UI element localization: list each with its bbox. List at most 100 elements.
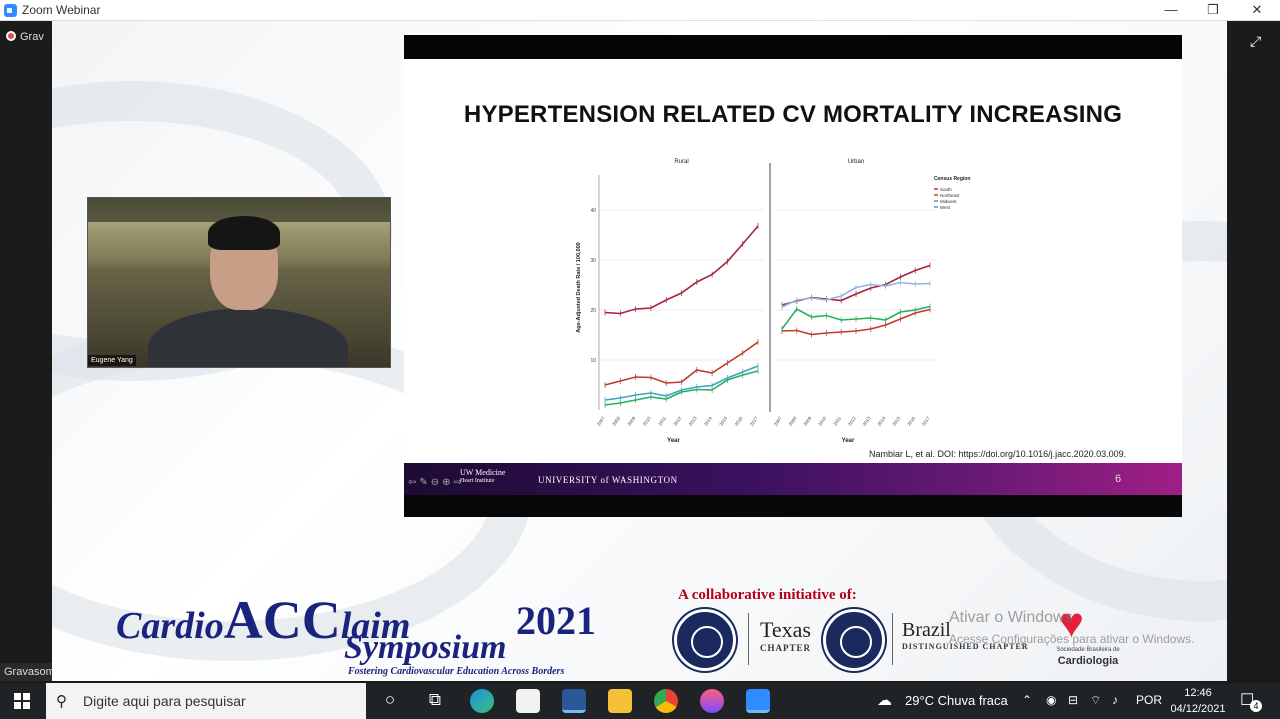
texas-chapter: Texas CHAPTER (760, 617, 811, 653)
legend-title: Census Region (934, 176, 970, 182)
symposium-tagline: Fostering Cardiovascular Education Acros… (348, 666, 565, 677)
x-tick-label: 2007 (773, 415, 783, 426)
x-tick-label: 2008 (611, 415, 621, 426)
logo-word-symposium: Symposium (344, 629, 507, 666)
minimize-button[interactable]: — (1148, 0, 1194, 21)
series-line (604, 341, 759, 386)
slide-footer-band: ⇦✎⊖⊕⇨ UW Medicine Heart Institute UNIVER… (404, 463, 1182, 495)
legend-entry: West (940, 205, 951, 210)
legend-entry: South (940, 187, 952, 192)
search-icon: ⚲ (56, 693, 67, 710)
x-tick-label: 2016 (906, 415, 916, 426)
logo-word-cardio: Cardio (116, 605, 224, 647)
slide-title: HYPERTENSION RELATED CV MORTALITY INCREA… (463, 101, 1123, 128)
participant-hair (208, 216, 280, 250)
university-name: UNIVERSITY of WASHINGTON (538, 475, 678, 485)
restore-button[interactable]: ❐ (1190, 0, 1236, 21)
x-axis-label: Year (667, 438, 680, 444)
x-tick-label: 2017 (921, 415, 931, 426)
slide-citation: Nambiar L, et al. DOI: https://doi.org/1… (869, 449, 1127, 459)
y-tick-label: 20 (590, 308, 596, 314)
window-title-bar: Zoom Webinar — ❐ ✕ (0, 0, 1280, 21)
uw-medicine-logo-text: UW Medicine (460, 468, 506, 477)
uw-medicine-logo: UW Medicine Heart Institute (460, 468, 505, 486)
tray-volume-icon[interactable]: ♪ (1112, 693, 1118, 707)
divider (892, 613, 893, 665)
clock-time: 12:46 (1184, 687, 1212, 699)
close-button[interactable]: ✕ (1234, 0, 1280, 21)
store-icon[interactable] (516, 689, 540, 713)
clock-date: 04/12/2021 (1170, 703, 1226, 715)
uw-medicine-logo-sub: Heart Institute (460, 478, 495, 484)
y-tick-label: 30 (590, 258, 596, 264)
presentation-slide: HYPERTENSION RELATED CV MORTALITY INCREA… (404, 35, 1182, 517)
acc-seal-icon (674, 609, 736, 671)
task-view-icon[interactable]: ⧉ (423, 690, 447, 710)
x-tick-label: 2016 (734, 415, 744, 426)
participant-body (148, 308, 348, 367)
tray-chevron-icon[interactable]: ⌃ (1022, 693, 1032, 707)
file-explorer-icon[interactable] (608, 689, 632, 713)
participant-video[interactable]: Eugene Yang (87, 197, 391, 368)
windows-logo-icon (14, 702, 21, 709)
slide-number: 6 (1115, 473, 1122, 485)
slide-top-bar (404, 35, 1182, 59)
windows-activation-title: Ativar o Windows (949, 609, 1073, 626)
shared-screen: HYPERTENSION RELATED CV MORTALITY INCREA… (52, 21, 1227, 681)
y-tick-label: 10 (590, 358, 596, 364)
zoom-logo-icon (4, 4, 17, 17)
x-tick-label: 2012 (672, 415, 682, 426)
windows-taskbar: ⚲ Digite aqui para pesquisar ○ ⧉ ☁ 29°C … (0, 683, 1280, 719)
cortana-icon[interactable]: ○ (378, 690, 402, 710)
edge-icon[interactable] (470, 689, 494, 713)
recording-status-label: Gravasom (0, 663, 59, 681)
windows-logo-icon (14, 693, 21, 700)
x-tick-label: 2014 (703, 415, 713, 426)
logo-word-acc: ACC (223, 590, 341, 650)
language-indicator[interactable]: POR (1136, 693, 1162, 707)
windows-logo-icon (23, 702, 30, 709)
notification-count: 4 (1250, 700, 1262, 712)
fullscreen-icon[interactable]: ⤢ (1250, 33, 1261, 50)
x-tick-label: 2015 (718, 415, 728, 426)
footer-decorative-icons: ⇦✎⊖⊕⇨ (408, 477, 465, 488)
y-axis-label: Age-Adjusted Death Rate / 100,000 (576, 242, 582, 332)
x-tick-label: 2011 (832, 415, 842, 426)
legend-entry: Midwest (940, 199, 957, 204)
texas-chapter-name: Texas (760, 617, 811, 642)
legend-entry: Northeast (940, 193, 960, 198)
recording-label: Grav (20, 31, 44, 43)
panel-title: Rural (674, 159, 688, 165)
x-tick-label: 2010 (642, 415, 652, 426)
app-drop-icon[interactable] (700, 689, 724, 713)
x-tick-label: 2009 (627, 415, 637, 426)
symposium-year: 2021 (516, 598, 596, 643)
window-title: Zoom Webinar (22, 3, 101, 17)
sbc-small-text: Sociedade Brasileira de (1056, 647, 1120, 653)
sbc-name: Cardiologia (1057, 655, 1119, 667)
x-tick-label: 2008 (788, 415, 798, 426)
start-button[interactable] (0, 683, 44, 719)
tray-wifi-icon[interactable]: ⌔ (1090, 693, 1101, 708)
x-axis-label: Year (842, 438, 855, 444)
word-icon[interactable] (562, 689, 586, 713)
zoom-taskbar-icon[interactable] (746, 689, 770, 713)
x-tick-label: 2012 (847, 415, 857, 426)
x-tick-label: 2013 (862, 415, 872, 426)
participant-name: Eugene Yang (88, 355, 136, 366)
x-tick-label: 2007 (596, 415, 606, 426)
slide-bottom-bar (404, 495, 1182, 517)
taskbar-search[interactable]: ⚲ Digite aqui para pesquisar (46, 683, 366, 719)
taskbar-clock[interactable]: 12:46 04/12/2021 (1170, 685, 1226, 717)
chrome-icon[interactable] (654, 689, 678, 713)
recording-indicator[interactable]: Grav (6, 31, 44, 43)
x-tick-label: 2017 (749, 415, 759, 426)
weather-text[interactable]: 29°C Chuva fraca (905, 693, 1008, 708)
texas-chapter-sub: CHAPTER (760, 643, 812, 653)
windows-logo-icon (23, 693, 30, 700)
tray-network-icon[interactable]: ⊟ (1068, 693, 1078, 707)
search-placeholder: Digite aqui para pesquisar (83, 693, 246, 709)
tray-app-icon[interactable]: ◉ (1046, 693, 1056, 707)
mortality-chart: Rural 10 20 30 40 2007 2008 2009 2010 2011 2012 201… (576, 159, 970, 444)
divider (748, 613, 749, 665)
